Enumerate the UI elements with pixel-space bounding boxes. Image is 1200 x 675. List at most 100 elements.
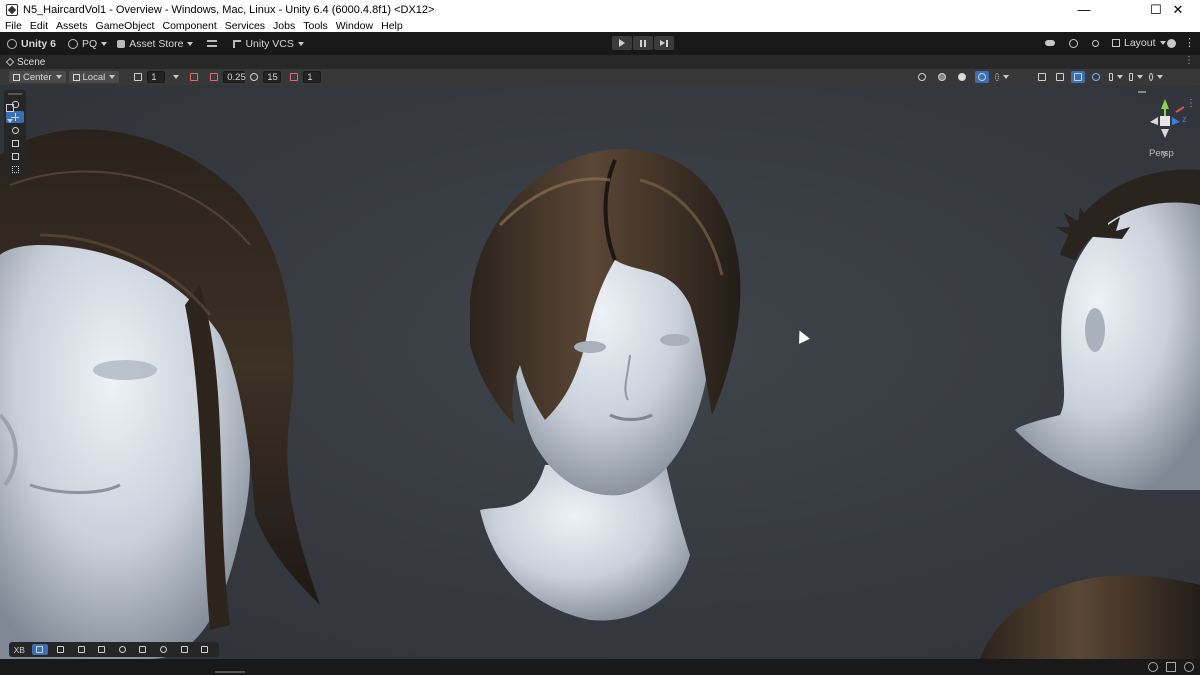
cube-icon	[6, 104, 14, 112]
menu-help[interactable]: Help	[381, 20, 403, 32]
unity-menu-button[interactable]: Unity 6	[3, 35, 60, 53]
lighting-dropdown[interactable]	[995, 71, 1009, 83]
menu-file[interactable]: File	[5, 20, 22, 32]
grid-size-field[interactable]: 1	[147, 71, 166, 83]
brush-icon	[139, 646, 147, 653]
menu-icon	[207, 40, 218, 47]
close-button[interactable]: ✕	[1156, 0, 1200, 19]
projection-toggle[interactable]: Persp	[1149, 148, 1174, 159]
chevron-down-icon	[1157, 75, 1163, 79]
menu-jobs[interactable]: Jobs	[273, 20, 295, 32]
audio-toggle[interactable]	[1035, 71, 1049, 83]
scene-render	[0, 91, 1200, 659]
sphere-button[interactable]	[114, 644, 131, 655]
cloud-button[interactable]	[1043, 36, 1057, 50]
mute-icon	[1038, 73, 1046, 81]
effects-icon	[1056, 73, 1064, 81]
frame-button[interactable]	[196, 644, 213, 655]
pause-button[interactable]	[633, 36, 653, 50]
snap-icon	[190, 73, 199, 81]
account-dropdown[interactable]: PQ	[64, 35, 111, 53]
scene-tab[interactable]: Scene	[17, 57, 45, 68]
lit-icon	[978, 73, 986, 81]
status-scroll-indicator	[215, 671, 245, 673]
chevron-down-icon	[109, 75, 116, 79]
scene-viewport[interactable]: y z Persp	[0, 85, 1200, 659]
chevron-down-icon	[7, 119, 13, 124]
shaded-wireframe-button[interactable]	[935, 71, 949, 83]
component-tools-dropdown[interactable]	[6, 103, 20, 124]
vcs-dropdown[interactable]: Unity VCS	[229, 35, 307, 53]
chevron-down-icon	[101, 41, 108, 46]
menu-component[interactable]: Component	[162, 20, 216, 32]
grid-snap-toggle[interactable]	[131, 71, 145, 83]
overlay-handle[interactable]	[8, 93, 22, 95]
lit-button[interactable]	[975, 71, 989, 83]
rotate-snap-field[interactable]: 15	[263, 71, 282, 83]
step-icon	[660, 39, 668, 47]
menu-window[interactable]: Window	[336, 20, 373, 32]
rect-tool-button[interactable]	[6, 150, 24, 162]
rotate-tool-button[interactable]	[6, 124, 24, 136]
globe-icon	[1149, 73, 1153, 81]
bug-icon[interactable]	[1148, 662, 1158, 672]
play-button[interactable]	[612, 36, 632, 50]
menu-assets[interactable]: Assets	[56, 20, 88, 32]
grid-overlay-button[interactable]	[93, 644, 110, 655]
scale-snap-field[interactable]: 1	[303, 71, 322, 83]
unity-app-icon	[6, 3, 18, 16]
shaded-button[interactable]	[955, 71, 969, 83]
unity-logo-icon	[7, 38, 17, 49]
progress-icon[interactable]	[1184, 662, 1194, 672]
scale-tool-button[interactable]	[6, 137, 24, 149]
grid-dropdown[interactable]	[167, 71, 181, 83]
orientation-gizmo[interactable]	[1138, 91, 1185, 138]
gizmos-dropdown[interactable]	[1149, 71, 1163, 83]
wireframe-shading-button[interactable]	[915, 71, 929, 83]
render-mode-dropdown[interactable]	[1129, 71, 1143, 83]
rotate-snap-toggle[interactable]	[247, 71, 261, 83]
layout-dropdown[interactable]: Layout	[1108, 34, 1170, 52]
xr-button[interactable]: XB	[11, 644, 28, 655]
scene-tab-icon	[5, 57, 15, 67]
viewport-more-icon[interactable]: ⋮	[1186, 98, 1196, 109]
pan-button[interactable]	[176, 644, 193, 655]
step-button[interactable]	[654, 36, 674, 50]
asset-store-dropdown[interactable]: Asset Store	[113, 35, 197, 53]
move-overlay-button[interactable]	[31, 644, 49, 655]
chevron-down-icon	[187, 41, 194, 46]
scene-camera-dropdown[interactable]	[1071, 71, 1085, 83]
zoom-button[interactable]	[155, 644, 172, 655]
package-button[interactable]	[203, 35, 225, 53]
hidden-icon	[1109, 73, 1113, 81]
increment-snap-toggle[interactable]	[187, 71, 201, 83]
toolbar-more-icon[interactable]: ⋮	[1184, 36, 1195, 50]
effects-toggle[interactable]	[1053, 71, 1067, 83]
scale-snap-toggle[interactable]	[287, 71, 301, 83]
rotate-snap-icon	[250, 73, 259, 81]
menu-gameobject[interactable]: GameObject	[96, 20, 155, 32]
cache-icon[interactable]	[1166, 662, 1176, 672]
shaded-wireframe-icon	[938, 73, 946, 81]
space-dropdown[interactable]: Local	[68, 71, 120, 83]
history-button[interactable]	[1066, 36, 1080, 50]
move-snap-toggle[interactable]	[207, 71, 221, 83]
search-button[interactable]	[1088, 36, 1102, 50]
pivot-mode-dropdown[interactable]: Center	[9, 71, 66, 83]
hidden-objects-dropdown[interactable]	[1109, 71, 1123, 83]
help-button[interactable]	[1164, 36, 1178, 50]
wireframe-icon	[918, 73, 926, 81]
layers-button[interactable]	[73, 644, 90, 655]
play-icon	[619, 39, 625, 47]
menu-services[interactable]: Services	[225, 20, 265, 32]
menu-edit[interactable]: Edit	[30, 20, 48, 32]
tab-more-icon[interactable]: ⋮	[1184, 55, 1194, 66]
menu-tools[interactable]: Tools	[303, 20, 328, 32]
minimize-button[interactable]: —	[1061, 0, 1107, 19]
bone-button[interactable]	[52, 644, 69, 655]
visibility-toggle[interactable]	[1089, 71, 1103, 83]
scene-options-group	[1033, 71, 1163, 83]
paint-button[interactable]	[135, 644, 152, 655]
transform-tool-button[interactable]	[6, 163, 24, 175]
move-snap-field[interactable]: 0.25	[223, 71, 246, 83]
